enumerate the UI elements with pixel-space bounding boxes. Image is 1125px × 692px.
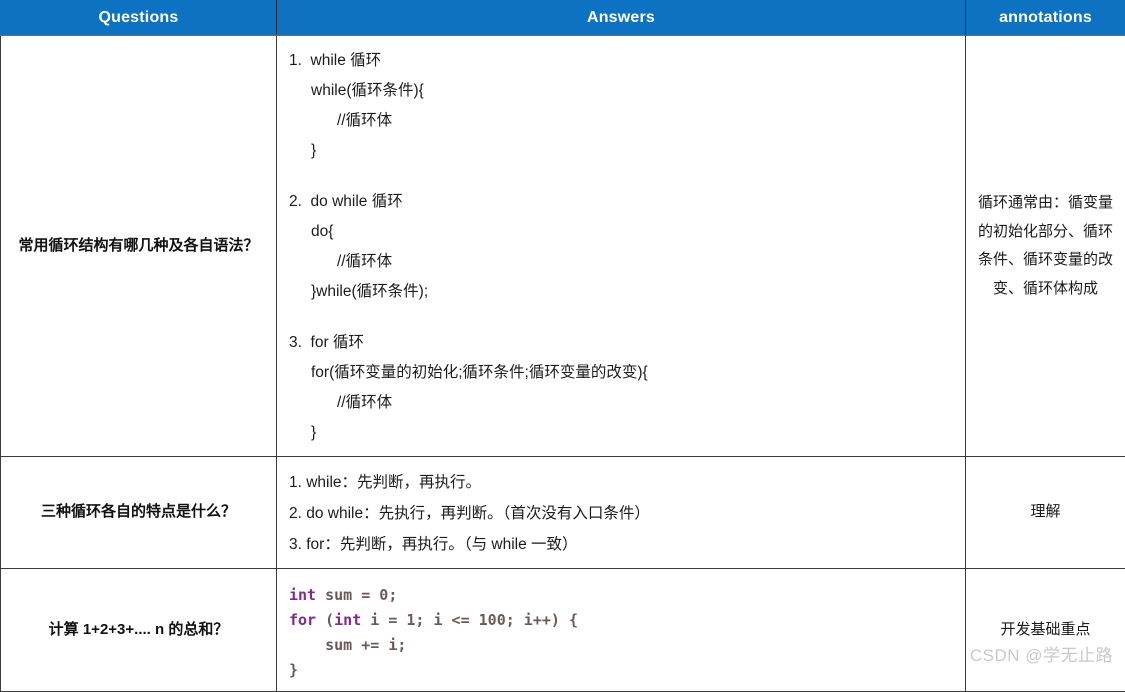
answer-line: 2. do while 循环	[289, 187, 953, 217]
code-line: sum += i;	[289, 633, 953, 658]
answer-line: 1. while：先判断，再执行。	[289, 467, 953, 498]
answer-line: }while(循环条件);	[289, 277, 953, 307]
answer-line: while(循环条件){	[289, 76, 953, 106]
code-line: for (int i = 1; i <= 100; i++) {	[289, 608, 953, 633]
column-header-annotations: annotations	[966, 1, 1125, 36]
code-keyword: for	[289, 611, 316, 629]
answer-cell: 1. while 循环 while(循环条件){ //循环体 } 2. do w…	[277, 36, 966, 457]
answer-line: 3. for：先判断，再执行。（与 while 一致）	[289, 529, 953, 560]
code-text: (	[316, 611, 334, 629]
code-text: sum = 0;	[316, 586, 397, 604]
answer-block-for: 3. for 循环 for(循环变量的初始化;循环条件;循环变量的改变){ //…	[289, 328, 953, 448]
code-line: int sum = 0;	[289, 583, 953, 608]
table-row: 计算 1+2+3+.... n 的总和？ int sum = 0;for (in…	[1, 569, 1125, 692]
column-header-questions: Questions	[1, 1, 277, 36]
code-block: int sum = 0;for (int i = 1; i <= 100; i+…	[289, 579, 953, 683]
code-line: }	[289, 658, 953, 683]
answer-line: do{	[289, 217, 953, 247]
table-header: Questions Answers annotations	[1, 1, 1125, 36]
answer-line: }	[289, 418, 953, 448]
annotation-cell: 循环通常由：循变量的初始化部分、循环条件、循环变量的改变、循环体构成	[966, 36, 1125, 457]
answer-block-do-while: 2. do while 循环 do{ //循环体 }while(循环条件);	[289, 187, 953, 307]
answer-line: 2. do while：先执行，再判断。（首次没有入口条件）	[289, 498, 953, 529]
question-cell: 计算 1+2+3+.... n 的总和？	[1, 569, 277, 692]
code-text: sum += i;	[289, 636, 406, 654]
answer-line: //循环体	[289, 106, 953, 136]
answer-cell: int sum = 0;for (int i = 1; i <= 100; i+…	[277, 569, 966, 692]
code-text: }	[289, 661, 298, 679]
code-keyword: int	[289, 586, 316, 604]
answer-cell: 1. while：先判断，再执行。 2. do while：先执行，再判断。（首…	[277, 457, 966, 569]
table-header-row: Questions Answers annotations	[1, 1, 1125, 36]
question-cell: 三种循环各自的特点是什么？	[1, 457, 277, 569]
answer-line: //循环体	[289, 388, 953, 418]
table-row: 常用循环结构有哪几种及各自语法？ 1. while 循环 while(循环条件)…	[1, 36, 1125, 457]
answer-line: for(循环变量的初始化;循环条件;循环变量的改变){	[289, 358, 953, 388]
answer-line: 1. while 循环	[289, 46, 953, 76]
answer-line: 3. for 循环	[289, 328, 953, 358]
table-row: 三种循环各自的特点是什么？ 1. while：先判断，再执行。 2. do wh…	[1, 457, 1125, 569]
annotation-cell: 开发基础重点	[966, 569, 1125, 692]
table-body: 常用循环结构有哪几种及各自语法？ 1. while 循环 while(循环条件)…	[1, 36, 1125, 692]
code-text: i = 1; i <= 100; i++) {	[361, 611, 578, 629]
answer-line: }	[289, 136, 953, 166]
column-header-answers: Answers	[277, 1, 966, 36]
answer-block-while: 1. while 循环 while(循环条件){ //循环体 }	[289, 46, 953, 166]
code-keyword: int	[334, 611, 361, 629]
qa-table: Questions Answers annotations 常用循环结构有哪几种…	[0, 0, 1125, 692]
question-cell: 常用循环结构有哪几种及各自语法？	[1, 36, 277, 457]
answer-line: //循环体	[289, 247, 953, 277]
annotation-cell: 理解	[966, 457, 1125, 569]
